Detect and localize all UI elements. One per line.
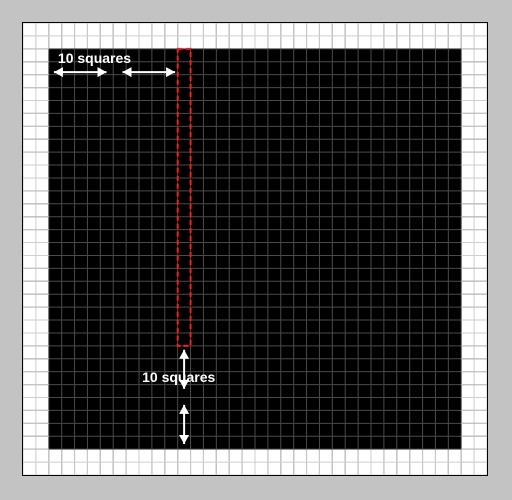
- grid-panel: 10 squares 10 squares: [22, 22, 488, 476]
- grid-diagram: [23, 23, 487, 475]
